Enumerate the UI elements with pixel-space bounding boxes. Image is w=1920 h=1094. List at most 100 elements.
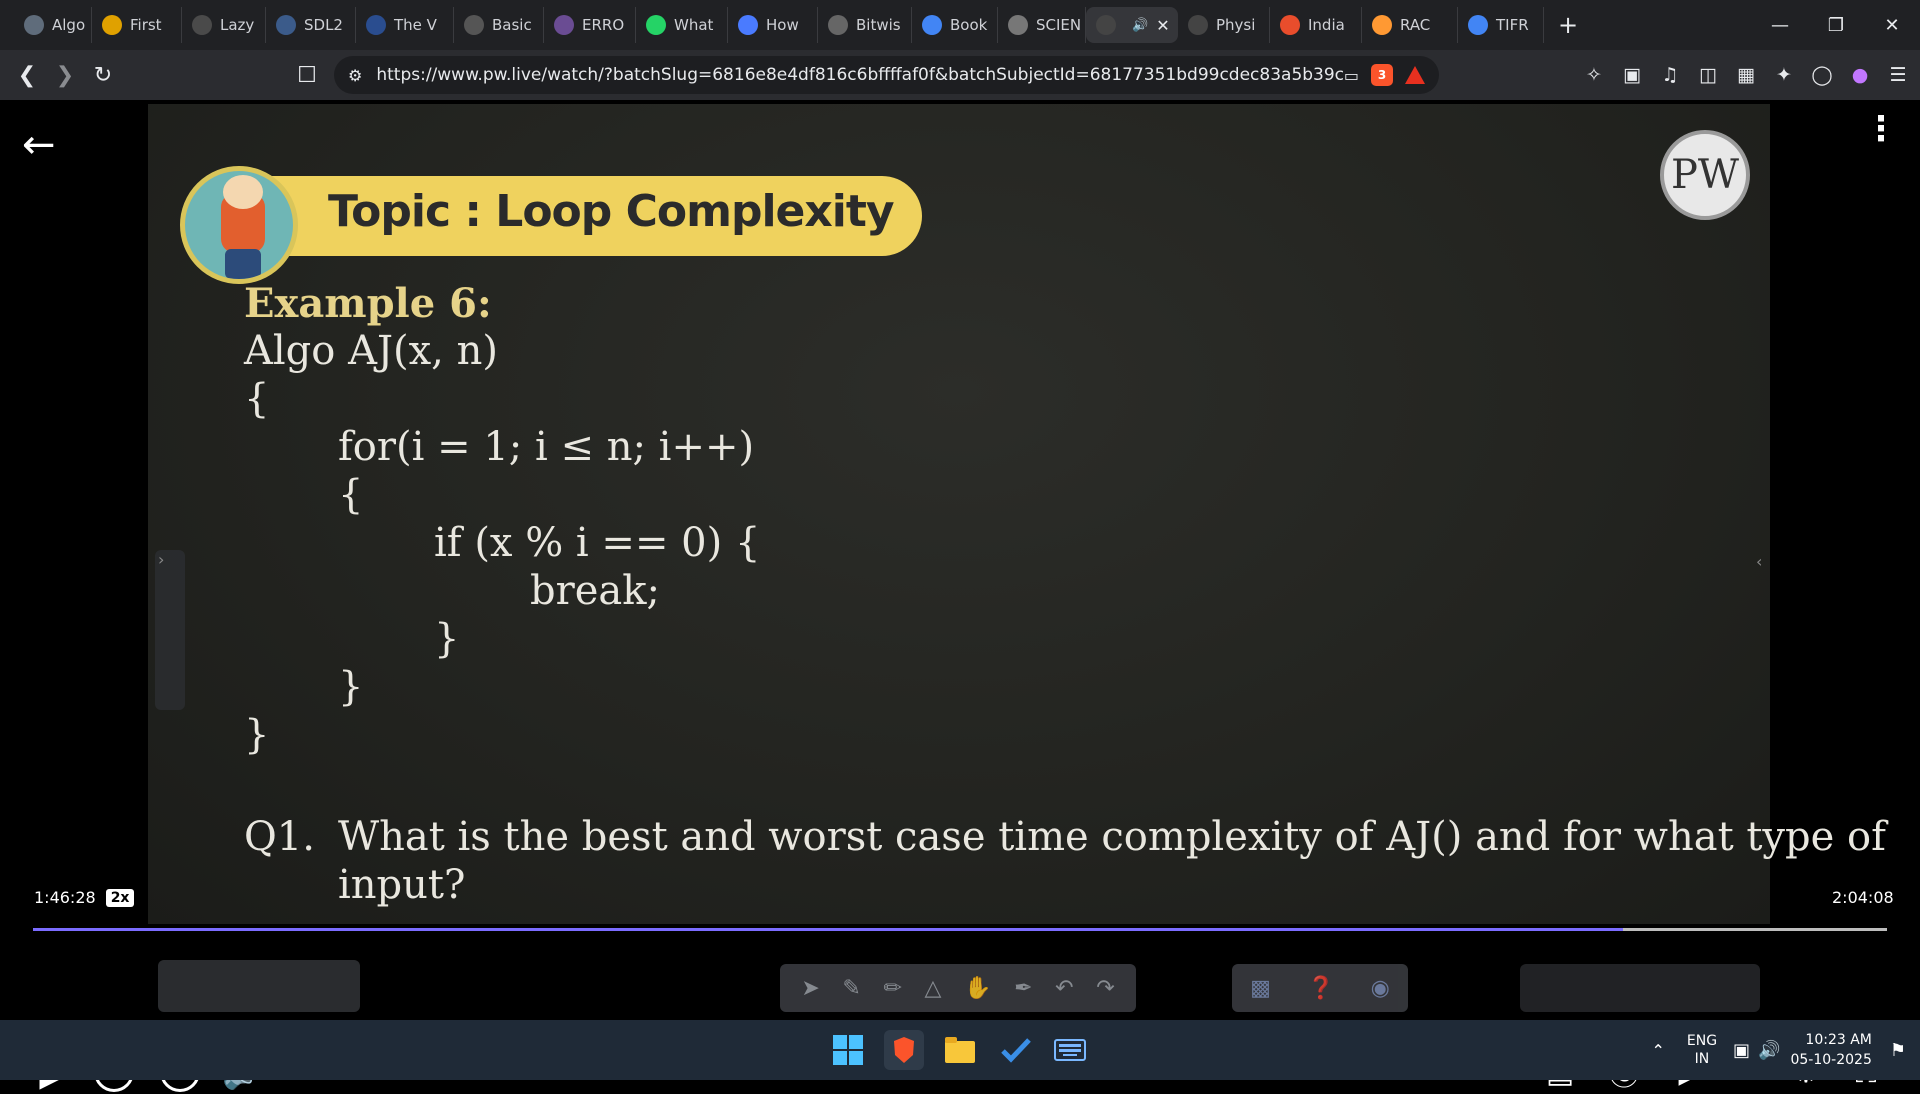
back-arrow-icon[interactable]: ← xyxy=(22,122,56,168)
address-bar[interactable]: ⚙ https://www.pw.live/watch/?batchSlug=6… xyxy=(334,56,1439,94)
browser-tab[interactable]: Physi xyxy=(1178,7,1270,43)
back-icon[interactable]: ❮ xyxy=(8,56,46,94)
tab-label: The V xyxy=(394,16,437,34)
restore-icon[interactable]: ❐ xyxy=(1808,0,1864,50)
bitwis-icon xyxy=(828,15,848,35)
tab-label: India xyxy=(1308,16,1345,34)
question-icon: ❓ xyxy=(1307,975,1335,1001)
scien-icon xyxy=(1008,15,1028,35)
speaker-tray-icon[interactable]: 🔊 xyxy=(1758,1040,1780,1061)
code-line-3: for(i = 1; i ≤ n; i++) xyxy=(338,424,755,470)
erro-icon xyxy=(554,15,574,35)
code-line-6: break; xyxy=(530,568,660,614)
browser-tab[interactable]: TIFR xyxy=(1458,7,1544,43)
tab-label: Physi xyxy=(1216,16,1256,34)
minimize-icon[interactable]: — xyxy=(1752,0,1808,50)
lang-top: ENG xyxy=(1686,1033,1718,1049)
browser-tab[interactable]: Bitwis xyxy=(818,7,912,43)
browser-tab[interactable]: RAC xyxy=(1362,7,1458,43)
brave-browser-icon[interactable] xyxy=(884,1030,924,1070)
video-player[interactable]: › ‹ ← ⋮ Topic : Loop Complexity PW Examp… xyxy=(0,100,1920,1094)
vpn-icon[interactable]: ◯ xyxy=(1806,56,1838,94)
leo-ai-icon[interactable]: ✦ xyxy=(1768,56,1800,94)
speed-badge[interactable]: 2x xyxy=(105,888,135,907)
the-v-icon xyxy=(366,15,386,35)
browser-tab[interactable]: Basic xyxy=(454,7,544,43)
tab-label: Algo xyxy=(52,16,86,34)
tab-label: What xyxy=(674,16,714,34)
bookmark-icon[interactable]: ☐ xyxy=(288,56,326,94)
redo-icon: ↷ xyxy=(1096,975,1115,1001)
browser-tab[interactable]: How xyxy=(728,7,818,43)
progress-bar[interactable] xyxy=(33,928,1887,931)
browser-tab[interactable]: What xyxy=(636,7,728,43)
tab-close-icon[interactable]: ✕ xyxy=(1156,16,1169,35)
current-time-group: 1:46:28 2x xyxy=(34,888,135,907)
tab-label: TIFR xyxy=(1496,16,1529,34)
browser-tab[interactable]: The V xyxy=(356,7,454,43)
language-indicator[interactable]: ENG IN xyxy=(1687,1032,1717,1068)
progress-fill xyxy=(33,928,1624,931)
more-options-icon[interactable]: ⋮ xyxy=(1864,112,1898,146)
tab-bar: Algo First Lazy SDL2 The V Basic ERRO What How Bi… xyxy=(0,0,1920,50)
browser-tab[interactable]: India xyxy=(1270,7,1362,43)
browser-toolbar: ❮ ❯ ↻ ☐ ⚙ https://www.pw.live/watch/?bat… xyxy=(0,50,1920,100)
topic-title: Topic : Loop Complexity xyxy=(328,186,895,237)
browser-tab[interactable]: Book xyxy=(912,7,998,43)
pointer-icon: ➤ xyxy=(801,975,820,1001)
right-chevron-icon[interactable]: ‹ xyxy=(1756,552,1762,571)
poll-icon: ▩ xyxy=(1250,975,1271,1001)
browser-tab[interactable]: 🔊 ✕ xyxy=(1086,7,1178,43)
basic-icon xyxy=(464,15,484,35)
duration: 2:04:08 xyxy=(1832,888,1894,907)
browser-tab[interactable]: SCIEN xyxy=(998,7,1086,43)
file-explorer-icon[interactable] xyxy=(940,1030,980,1070)
code-line-5: if (x % i == 0) { xyxy=(434,520,761,566)
show-hidden-icons[interactable]: ⌃ xyxy=(1651,1041,1664,1060)
lang-bottom: IN xyxy=(1694,1051,1710,1067)
tab-label: RAC xyxy=(1400,16,1431,34)
browser-tab[interactable]: Algo xyxy=(14,7,92,43)
pw-logo: PW xyxy=(1660,130,1750,220)
keyboard-icon[interactable] xyxy=(1050,1030,1090,1070)
flag-icon xyxy=(1372,15,1392,35)
todo-icon[interactable] xyxy=(996,1030,1036,1070)
url-text[interactable]: https://www.pw.live/watch/?batchSlug=681… xyxy=(376,65,1344,85)
code-line-4: { xyxy=(338,472,364,518)
brave-shield-icon[interactable]: 3 xyxy=(1371,64,1393,86)
extensions-icon[interactable]: ✧ xyxy=(1578,56,1610,94)
clock[interactable]: 10:23 AM 05-10-2025 xyxy=(1790,1030,1871,1070)
brave-rewards-icon[interactable] xyxy=(1405,66,1425,84)
forward-icon[interactable]: ❯ xyxy=(46,56,84,94)
profile-icon[interactable]: ● xyxy=(1844,56,1876,94)
browser-tab[interactable]: SDL2 xyxy=(266,7,356,43)
pen-icon: ✎ xyxy=(842,975,861,1001)
new-tab-button[interactable]: + xyxy=(1558,11,1578,39)
site-settings-icon[interactable]: ⚙ xyxy=(348,66,362,85)
recorded-poll-toolbar: ▩ ❓ ◉ xyxy=(1232,964,1408,1012)
marker-icon: ✒ xyxy=(1014,975,1033,1001)
media-icon[interactable]: ♫ xyxy=(1654,56,1686,94)
tab-audio-icon[interactable]: 🔊 xyxy=(1132,18,1148,33)
search-page-icon[interactable]: ▣ xyxy=(1616,56,1648,94)
physi-icon xyxy=(1188,15,1208,35)
sidebar-icon[interactable]: ◫ xyxy=(1692,56,1724,94)
tab-label: Basic xyxy=(492,16,532,34)
cast-icon[interactable]: ▭ xyxy=(1344,66,1359,85)
browser-tab[interactable]: Lazy xyxy=(182,7,266,43)
close-window-icon[interactable]: ✕ xyxy=(1864,0,1920,50)
highlighter-icon: ✏ xyxy=(883,975,902,1001)
left-chevron-icon[interactable]: › xyxy=(158,550,164,569)
notification-bell-icon[interactable]: ⚑ xyxy=(1890,1040,1906,1061)
windows-start-icon[interactable] xyxy=(828,1030,868,1070)
window-controls: — ❐ ✕ xyxy=(1752,0,1920,50)
reload-icon[interactable]: ↻ xyxy=(84,56,122,94)
side-panel-handle[interactable] xyxy=(155,550,185,710)
code-line-7: } xyxy=(434,616,460,662)
browser-tab[interactable]: First xyxy=(92,7,182,43)
shape-icon: △ xyxy=(924,975,942,1001)
menu-icon[interactable]: ☰ xyxy=(1882,56,1914,94)
wallet-icon[interactable]: ▦ xyxy=(1730,56,1762,94)
browser-tab[interactable]: ERRO xyxy=(544,7,636,43)
network-icon[interactable]: ▣ xyxy=(1733,1040,1750,1061)
